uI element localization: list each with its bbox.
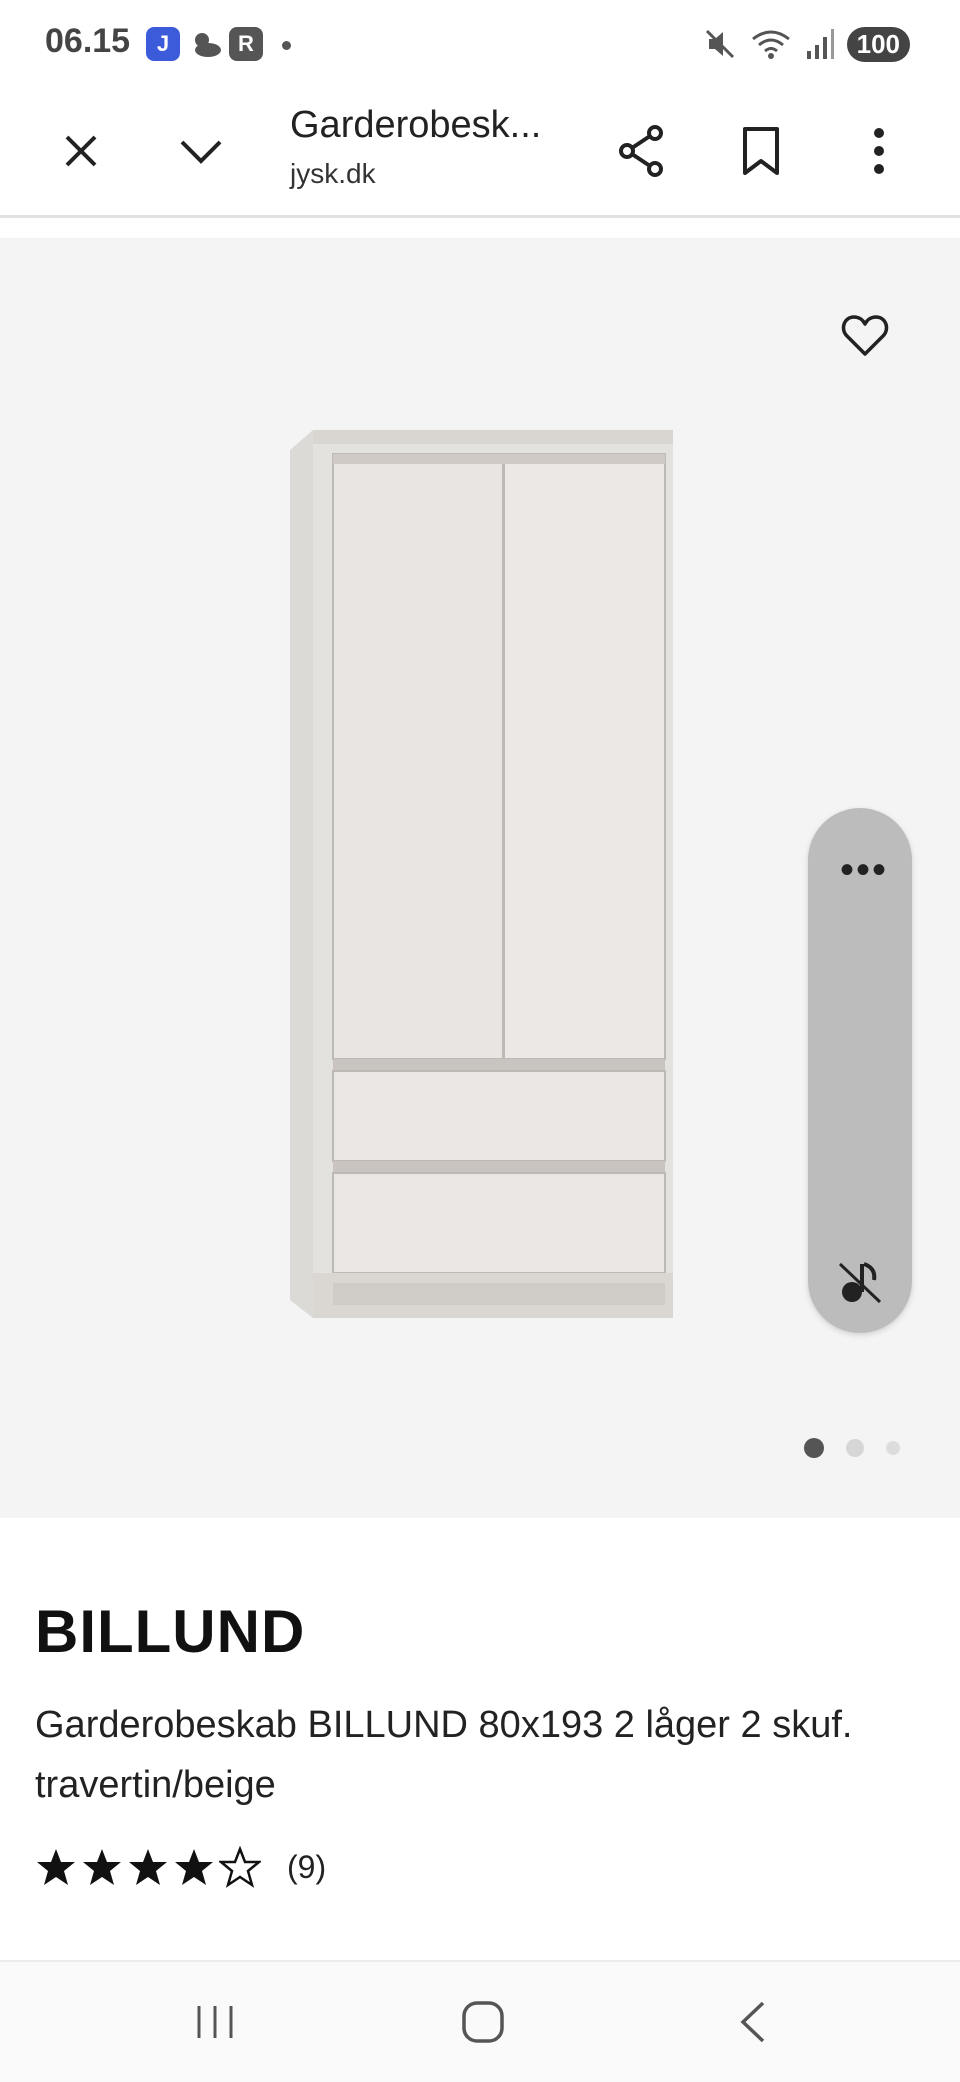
wifi-icon (751, 30, 790, 59)
status-right: 100 (703, 24, 910, 64)
wardrobe-image (290, 430, 673, 1318)
floating-media-bubble[interactable]: ••• (808, 808, 912, 1333)
product-brand: BILLUND (35, 1598, 306, 1665)
recent-apps-button[interactable] (180, 1992, 250, 2052)
page-domain[interactable]: jysk.dk (290, 158, 376, 190)
pager-dot-active[interactable] (804, 1438, 824, 1458)
star-filled-icon (83, 1849, 121, 1885)
product-description: Garderobeskab BILLUND 80x193 2 låger 2 s… (35, 1704, 853, 1806)
gallery-pager (804, 1438, 900, 1458)
translate-app-icon: J (146, 27, 180, 61)
product-rating[interactable]: (9) (35, 1846, 326, 1888)
more-menu-button[interactable] (844, 116, 914, 186)
share-icon (619, 125, 663, 177)
star-filled-icon (129, 1849, 167, 1885)
page-title[interactable]: Garderobesk... (290, 104, 541, 147)
music-off-icon[interactable] (836, 1258, 884, 1306)
recent-apps-icon (197, 2006, 233, 2038)
bookmark-button[interactable] (726, 116, 796, 186)
close-icon (65, 135, 97, 167)
more-vertical-icon (874, 128, 884, 174)
product-gallery[interactable]: ••• (0, 238, 960, 1518)
notification-dot (282, 41, 291, 50)
status-time: 06.15 (45, 22, 131, 60)
status-bar: 06.15 J R 100 (0, 0, 960, 90)
share-button[interactable] (606, 116, 676, 186)
battery-indicator: 100 (846, 26, 910, 62)
r-app-icon: R (229, 27, 263, 61)
pager-dot[interactable] (846, 1439, 864, 1457)
back-icon (740, 2001, 765, 2043)
mute-icon (705, 29, 734, 59)
pager-dot[interactable] (886, 1441, 900, 1455)
home-button[interactable] (448, 1992, 518, 2052)
home-icon (462, 2001, 504, 2043)
minimize-button[interactable] (166, 116, 236, 186)
close-button[interactable] (46, 116, 116, 186)
star-filled-icon (37, 1849, 75, 1885)
favorite-heart-icon[interactable] (840, 310, 890, 360)
bookmark-icon (743, 127, 779, 175)
back-button[interactable] (718, 1992, 788, 2052)
star-filled-icon (175, 1849, 213, 1885)
review-count[interactable]: (9) (287, 1849, 326, 1886)
browser-toolbar: Garderobesk... jysk.dk (0, 90, 960, 218)
system-nav-bar (0, 1960, 960, 2082)
bubble-more-icon[interactable]: ••• (840, 848, 888, 893)
chevron-down-icon (180, 140, 222, 164)
star-empty-icon (219, 1846, 261, 1888)
weather-icon (195, 33, 221, 57)
signal-icon (806, 29, 834, 59)
